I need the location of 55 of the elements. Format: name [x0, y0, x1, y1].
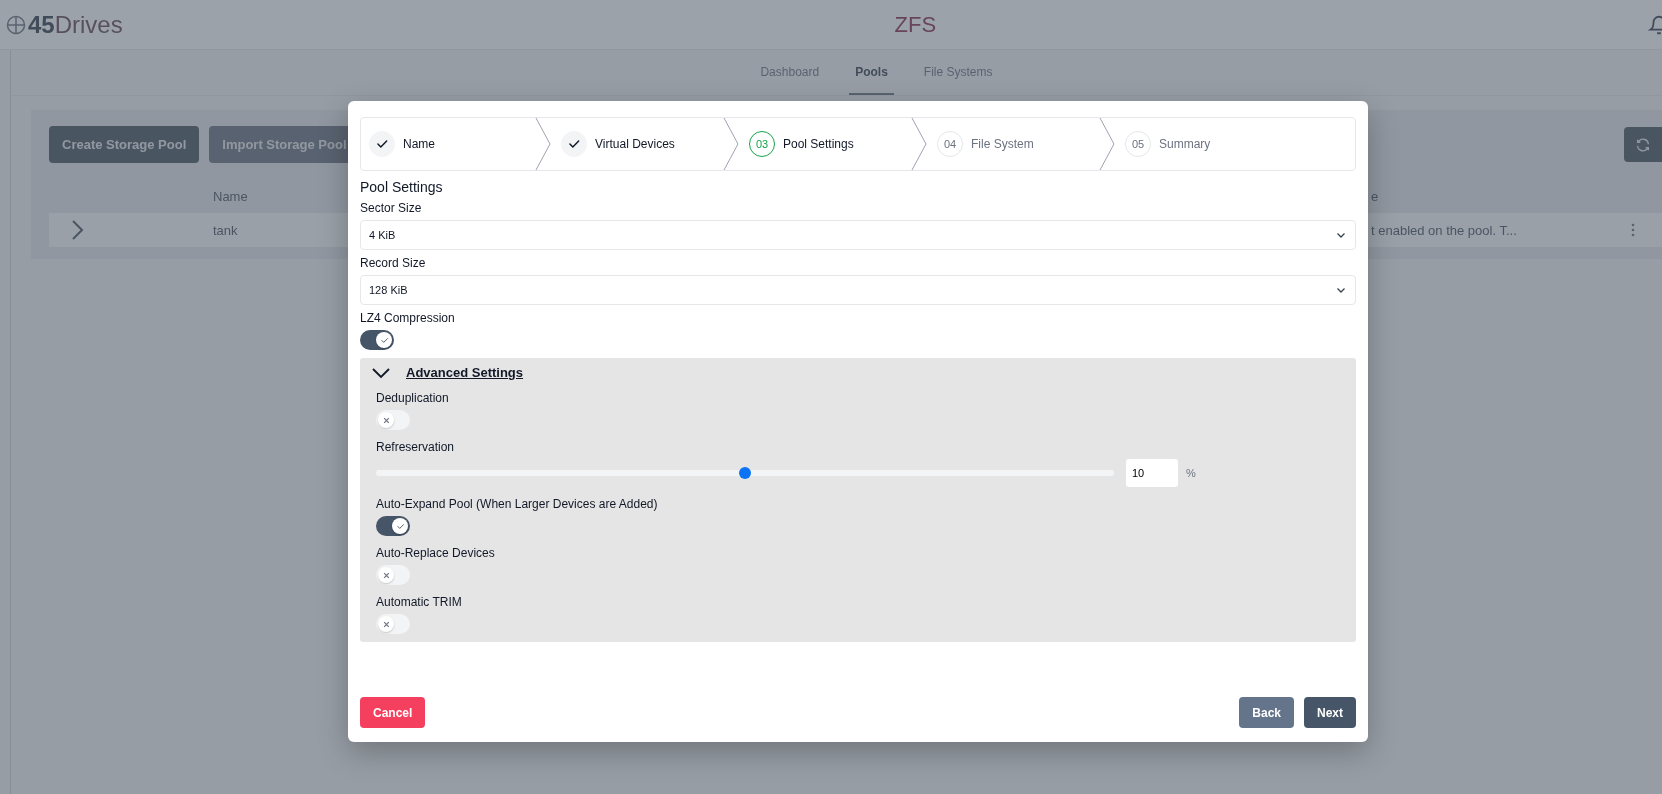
chevron-separator-icon [723, 118, 739, 170]
unit-label: % [1186, 467, 1196, 479]
chevron-separator-icon [535, 118, 551, 170]
nav-tab[interactable]: Pools [849, 50, 894, 95]
field-label: Record Size [360, 256, 427, 270]
wizard-step[interactable]: 03 Pool Settings [739, 118, 911, 170]
step-circle: 03 [749, 131, 775, 157]
slider-thumb[interactable] [739, 467, 751, 479]
check-icon [567, 137, 581, 151]
toggle-switch[interactable] [376, 516, 410, 536]
field-label: Automatic TRIM [376, 595, 463, 609]
dialog-button[interactable]: Next [1304, 697, 1356, 728]
x-icon [382, 620, 390, 628]
dialog-button[interactable]: Back [1239, 697, 1294, 728]
toggle-switch[interactable] [376, 614, 410, 634]
wizard-step[interactable]: 05 Summary [1115, 118, 1355, 170]
field-label: Sector Size [360, 201, 423, 215]
table-cell: t enabled on the pool. T... [1371, 222, 1517, 238]
select-field[interactable]: 128 KiB [360, 275, 1356, 305]
chevron-separator-icon [1099, 118, 1115, 170]
logo-text: 45Drives [28, 10, 123, 39]
select-field[interactable]: 4 KiB [360, 220, 1356, 250]
toggle-switch[interactable] [376, 565, 410, 585]
section-heading: Pool Settings [360, 179, 444, 195]
app-title: ZFS [894, 11, 937, 38]
kebab-menu-icon[interactable] [1631, 223, 1635, 237]
step-circle: 05 [1125, 131, 1151, 157]
check-icon [395, 521, 405, 531]
field-label: Refreservation [376, 440, 456, 454]
logo-icon [6, 14, 26, 35]
wizard-step[interactable]: Name [361, 118, 535, 170]
toggle-switch[interactable] [376, 410, 410, 430]
advanced-settings-toggle[interactable]: Advanced Settings [366, 364, 530, 381]
x-icon [382, 416, 390, 424]
wizard-step[interactable]: 04 File System [927, 118, 1099, 170]
refresh-button[interactable] [1624, 127, 1662, 162]
field-label: LZ4 Compression [360, 311, 456, 325]
chevron-separator-icon [911, 118, 927, 170]
wizard-step[interactable]: Virtual Devices [551, 118, 723, 170]
dialog-button[interactable]: Cancel [360, 697, 426, 728]
toggle-switch[interactable] [360, 330, 394, 350]
number-input[interactable]: 10 [1126, 459, 1178, 487]
column-header: e [1371, 188, 1380, 204]
field-label: Deduplication [376, 391, 450, 405]
x-icon [382, 571, 390, 579]
check-icon [375, 137, 389, 151]
slider-track[interactable] [376, 470, 1114, 476]
step-circle: 04 [937, 131, 963, 157]
field-label: Auto-Replace Devices [376, 546, 496, 560]
field-label: Auto-Expand Pool (When Larger Devices are Added) [376, 497, 659, 511]
expand-chevron-icon[interactable] [71, 219, 85, 241]
table-cell: tank [213, 222, 238, 238]
chevron-down-icon [372, 366, 390, 379]
refresh-icon [1635, 136, 1651, 153]
check-icon [379, 335, 389, 345]
